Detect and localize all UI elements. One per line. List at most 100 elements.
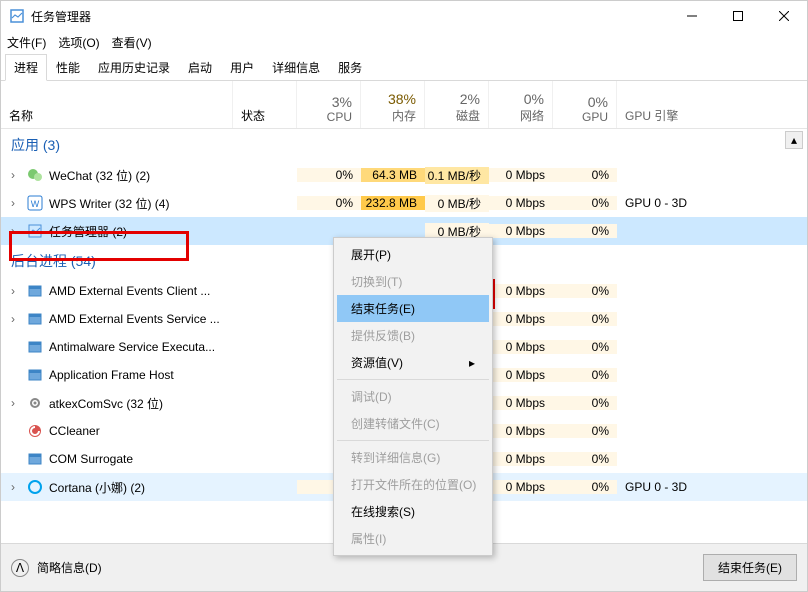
cell-net: 0 Mbps	[489, 312, 553, 326]
menu-item-label: 展开(P)	[351, 246, 391, 263]
expand-icon[interactable]: ›	[11, 284, 21, 298]
context-menu-item[interactable]: 结束任务(E)	[337, 295, 489, 322]
process-name: AMD External Events Client ...	[49, 284, 210, 298]
col-name[interactable]: 名称	[1, 81, 233, 128]
process-name: AMD External Events Service ...	[49, 312, 220, 326]
app-icon	[9, 8, 25, 24]
cell-net: 0 Mbps	[489, 196, 553, 210]
context-menu-item[interactable]: 在线搜索(S)	[337, 498, 489, 525]
process-name: Cortana (小娜) (2)	[49, 479, 145, 496]
col-net[interactable]: 0%网络	[489, 81, 553, 128]
menu-item-label: 提供反馈(B)	[351, 327, 415, 344]
cell-cpu: 0%	[297, 196, 361, 210]
process-icon	[27, 283, 43, 299]
menu-file[interactable]: 文件(F)	[7, 34, 46, 51]
tab-startup[interactable]: 启动	[179, 54, 221, 81]
cell-gpu-engine: GPU 0 - 3D	[617, 480, 807, 494]
context-menu-item: 提供反馈(B)	[337, 322, 489, 349]
cell-gpu: 0%	[553, 480, 617, 494]
context-menu-item: 打开文件所在的位置(O)	[337, 471, 489, 498]
cell-gpu: 0%	[553, 284, 617, 298]
process-icon	[27, 479, 43, 495]
table-row[interactable]: › W WPS Writer (32 位) (4) 0% 232.8 MB 0 …	[1, 189, 807, 217]
process-icon	[27, 311, 43, 327]
cell-net: 0 Mbps	[489, 452, 553, 466]
submenu-arrow-icon: ▸	[469, 356, 475, 370]
end-task-button[interactable]: 结束任务(E)	[703, 554, 797, 581]
expand-icon[interactable]: ›	[11, 312, 21, 326]
menu-item-label: 打开文件所在的位置(O)	[351, 476, 476, 493]
col-net-label: 网络	[520, 107, 544, 124]
context-menu-item: 创建转储文件(C)	[337, 410, 489, 437]
cell-gpu: 0%	[553, 424, 617, 438]
cell-gpu: 0%	[553, 452, 617, 466]
tab-services[interactable]: 服务	[329, 54, 371, 81]
menu-item-label: 结束任务(E)	[351, 300, 415, 317]
table-row[interactable]: › WeChat (32 位) (2) 0% 64.3 MB 0.1 MB/秒 …	[1, 161, 807, 189]
col-status[interactable]: 状态	[233, 81, 297, 128]
cell-cpu: 0%	[297, 168, 361, 182]
menu-separator	[337, 379, 489, 380]
cell-net: 0 Mbps	[489, 424, 553, 438]
col-gpu-label: GPU	[582, 110, 608, 124]
context-menu-item: 转到详细信息(G)	[337, 444, 489, 471]
scroll-up-button[interactable]: ▴	[785, 131, 803, 149]
menu-item-label: 创建转储文件(C)	[351, 415, 440, 432]
col-gpu-engine[interactable]: GPU 引擎	[617, 81, 807, 128]
process-name: WeChat (32 位) (2)	[49, 167, 150, 184]
cell-gpu: 0%	[553, 196, 617, 210]
menu-separator	[337, 440, 489, 441]
cell-mem: 232.8 MB	[361, 196, 425, 210]
cell-net: 0 Mbps	[489, 396, 553, 410]
maximize-button[interactable]	[715, 1, 761, 31]
cell-net: 0 Mbps	[489, 224, 553, 238]
context-menu-item: 切换到(T)	[337, 268, 489, 295]
col-mem[interactable]: 38%内存	[361, 81, 425, 128]
process-icon	[27, 167, 43, 183]
close-button[interactable]	[761, 1, 807, 31]
tab-processes[interactable]: 进程	[5, 54, 47, 81]
grid-header: 名称 状态 3%CPU 38%内存 2%磁盘 0%网络 0%GPU GPU 引擎	[1, 81, 807, 129]
tab-performance[interactable]: 性能	[47, 54, 89, 81]
cell-mem: 64.3 MB	[361, 168, 425, 182]
cell-net: 0 Mbps	[489, 340, 553, 354]
cell-gpu: 0%	[553, 312, 617, 326]
menu-view[interactable]: 查看(V)	[112, 34, 152, 51]
col-disk[interactable]: 2%磁盘	[425, 81, 489, 128]
cell-disk: 0.1 MB/秒	[425, 167, 489, 184]
process-name: 任务管理器 (2)	[49, 223, 127, 240]
context-menu-item: 属性(I)	[337, 525, 489, 552]
context-menu-item[interactable]: 资源值(V) ▸	[337, 349, 489, 376]
cell-gpu: 0%	[553, 168, 617, 182]
col-gpu-pct: 0%	[588, 94, 608, 110]
expand-icon[interactable]: ›	[11, 396, 21, 410]
expand-icon[interactable]: ›	[11, 168, 21, 182]
process-icon	[27, 223, 43, 239]
minimize-button[interactable]	[669, 1, 715, 31]
fewer-details-button[interactable]: ᐱ 简略信息(D)	[11, 559, 102, 577]
process-icon	[27, 339, 43, 355]
cell-net: 0 Mbps	[489, 168, 553, 182]
expand-icon[interactable]: ›	[11, 480, 21, 494]
col-cpu[interactable]: 3%CPU	[297, 81, 361, 128]
col-gpu[interactable]: 0%GPU	[553, 81, 617, 128]
group-apps: 应用 (3)	[1, 129, 807, 161]
col-cpu-pct: 3%	[332, 94, 352, 110]
expand-icon[interactable]: ›	[11, 196, 21, 210]
col-mem-pct: 38%	[388, 91, 416, 107]
cell-net: 0 Mbps	[489, 284, 553, 298]
col-cpu-label: CPU	[327, 110, 352, 124]
tab-details[interactable]: 详细信息	[263, 54, 329, 81]
expand-icon[interactable]: ›	[11, 224, 21, 238]
process-name: Application Frame Host	[49, 368, 174, 382]
menu-options[interactable]: 选项(O)	[58, 34, 99, 51]
tab-users[interactable]: 用户	[221, 54, 263, 81]
tab-app-history[interactable]: 应用历史记录	[89, 54, 179, 81]
menu-item-label: 调试(D)	[351, 388, 392, 405]
cell-gpu: 0%	[553, 396, 617, 410]
menu-item-label: 资源值(V)	[351, 354, 403, 371]
col-net-pct: 0%	[524, 91, 544, 107]
context-menu-item[interactable]: 展开(P)	[337, 241, 489, 268]
chevron-up-icon: ᐱ	[11, 559, 29, 577]
menubar: 文件(F) 选项(O) 查看(V)	[1, 31, 807, 53]
